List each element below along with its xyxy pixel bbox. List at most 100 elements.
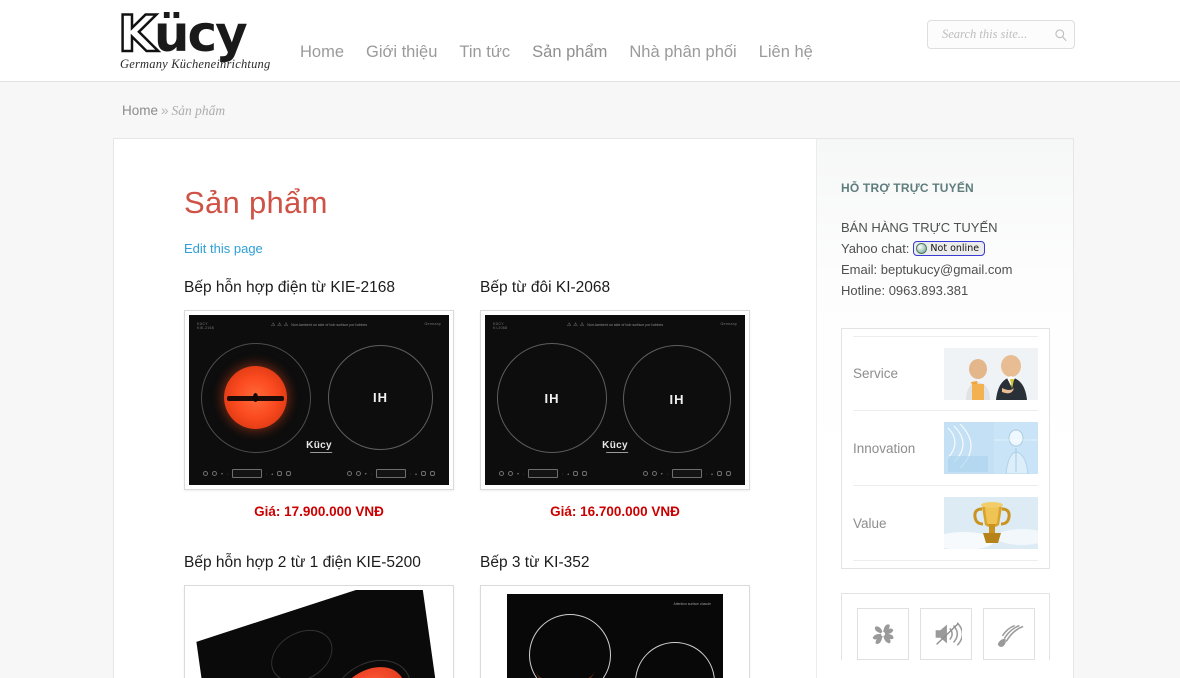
cooktop-surface: Attention surface chaude: [507, 594, 723, 678]
yahoo-chat-row: Yahoo chat: Not online: [841, 238, 1050, 259]
product-card[interactable]: Bếp hỗn hợp 2 từ 1 điện KIE-5200: [184, 553, 480, 678]
support-subtitle: BÁN HÀNG TRỰC TUYẾN: [841, 220, 998, 235]
product-image[interactable]: KÜCY KIE-2168 ⚠⚠⚠ Non-lambent on side of …: [184, 310, 454, 490]
breadcrumb-separator: »: [161, 103, 169, 118]
nav-item-lien-he[interactable]: Liên hệ: [759, 43, 813, 62]
boost-button-icon[interactable]: [726, 471, 731, 476]
value-label: Value: [853, 515, 887, 531]
product-price: Giá: 17.900.000 VNĐ: [254, 504, 384, 519]
sidebar: HỖ TRỢ TRỰC TUYẾN BÁN HÀNG TRỰC TUYẾN Ya…: [816, 139, 1073, 678]
burner-hot-arc: [536, 656, 594, 678]
power-button-icon[interactable]: [203, 471, 208, 476]
page-title: Sản phẩm: [184, 185, 328, 220]
breadcrumb-home[interactable]: Home: [122, 103, 158, 118]
support-hotline: Hotline: 0963.893.381: [841, 283, 969, 298]
search-icon[interactable]: [1054, 28, 1068, 42]
lock-button-icon[interactable]: [277, 471, 283, 476]
value-thumbnail: [944, 497, 1038, 549]
product-image[interactable]: [184, 585, 454, 678]
minus-icon[interactable]: ▾: [517, 471, 519, 476]
cooktop-illustration: Attention surface chaude: [485, 590, 745, 678]
logo-letters-ucy: ücy: [153, 5, 248, 63]
nav-item-nha-phan-phoi[interactable]: Nhà phân phối: [629, 43, 736, 62]
control-panel-right[interactable]: ▾ : : ▴: [346, 469, 435, 478]
cooktop-illustration: [189, 590, 449, 678]
boost-button-icon[interactable]: [430, 471, 435, 476]
gold-trophy-photo-icon: [944, 497, 1038, 549]
burner-zone-right: IH: [328, 345, 433, 450]
technology-robot-photo-icon: [944, 422, 1038, 474]
plus-icon[interactable]: ▴: [567, 471, 569, 476]
edit-page-link[interactable]: Edit this page: [184, 241, 263, 256]
cooktop-surface: [196, 590, 445, 678]
power-button-icon[interactable]: [642, 471, 648, 476]
power-button-icon[interactable]: [346, 471, 352, 476]
nav-item-san-pham[interactable]: Sản phẩm: [532, 43, 607, 62]
cooktop-warning-text: ⚠⚠⚠ Non-lambent on side of hob surface p…: [271, 322, 367, 328]
signal-antenna-icon[interactable]: [982, 608, 1035, 660]
minus-icon[interactable]: ▾: [365, 471, 367, 476]
lock-button-icon[interactable]: [421, 471, 426, 476]
sound-muted-icon[interactable]: [919, 608, 972, 660]
lock-button-icon[interactable]: [717, 471, 722, 476]
fan-pinwheel-icon[interactable]: [856, 608, 909, 660]
value-thumbnail: [944, 422, 1038, 474]
nav-item-gioi-thieu[interactable]: Giới thiệu: [366, 43, 437, 62]
boost-button-icon[interactable]: [582, 471, 588, 476]
nav-item-home[interactable]: Home: [300, 43, 344, 62]
product-card[interactable]: Bếp từ đôi KI-2068 KÜCY KI-2068 ⚠⚠⚠ Non-l…: [480, 278, 776, 519]
plus-icon[interactable]: ▴: [415, 471, 417, 476]
cooktop-brand: Kücy: [306, 440, 332, 451]
display-right: [671, 469, 702, 478]
product-card[interactable]: Bếp hỗn hợp điện từ KIE-2168 KÜCY KIE-216…: [184, 278, 480, 519]
boost-button-icon[interactable]: [286, 471, 292, 476]
cooktop-model-label: KÜCY KIE-2168: [197, 322, 214, 330]
control-panel-left[interactable]: ▾ : : ▴: [499, 469, 588, 478]
timer-button-icon[interactable]: [508, 471, 513, 476]
level-dots-right: :: [562, 470, 564, 476]
site-logo[interactable]: Kücy Germany Kücheneinrichtung: [113, 5, 373, 72]
yahoo-smiley-icon: [916, 243, 928, 254]
product-card[interactable]: Bếp 3 từ KI-352 Attention surface chaude: [480, 553, 776, 678]
product-grid: Bếp hỗn hợp điện từ KIE-2168 KÜCY KIE-216…: [184, 278, 776, 678]
power-button-icon[interactable]: [499, 471, 504, 476]
nav-item-tin-tuc[interactable]: Tin tức: [459, 43, 510, 62]
control-panel-right[interactable]: ▾ : : ▴: [642, 469, 731, 478]
product-image[interactable]: KÜCY KI-2068 ⚠⚠⚠ Non-lambent on side of h…: [480, 310, 750, 490]
warning-icons: ⚠⚠⚠: [270, 322, 291, 328]
feature-icons-box: [841, 593, 1050, 660]
yahoo-status-badge[interactable]: Not online: [913, 241, 986, 256]
value-row-innovation: Innovation: [853, 411, 1038, 486]
level-dots-left: :: [370, 470, 372, 476]
site-header: Kücy Germany Kücheneinrichtung Home Giới…: [0, 0, 1180, 82]
minus-icon[interactable]: ▾: [221, 471, 223, 476]
product-title: Bếp 3 từ KI-352: [480, 554, 590, 571]
warning-label: Non-lambent on side of hob surface por h…: [587, 323, 664, 327]
minus-icon[interactable]: ▾: [661, 471, 663, 476]
warning-label: Non-lambent on side of hob surface por h…: [291, 323, 368, 327]
timer-button-icon[interactable]: [212, 471, 217, 476]
level-dots-left: :: [227, 470, 229, 476]
cooktop-brand-right: Germany: [720, 322, 737, 326]
plus-icon[interactable]: ▴: [711, 471, 713, 476]
value-proposition-box: Service Innovation Value: [841, 328, 1050, 569]
search-input[interactable]: [940, 26, 1054, 43]
warning-icons: ⚠⚠⚠: [566, 322, 587, 328]
burner-hot-surface: [224, 366, 287, 429]
main-navigation: Home Giới thiệu Tin tức Sản phẩm Nhà phâ…: [300, 43, 813, 62]
value-label: Service: [853, 366, 899, 381]
cooktop-brand: Kücy: [602, 440, 628, 451]
search-box[interactable]: [927, 20, 1075, 49]
lock-button-icon[interactable]: [573, 471, 579, 476]
control-panel-left[interactable]: ▾ : : ▴: [203, 469, 292, 478]
support-email: Email: beptukucy@gmail.com: [841, 262, 1013, 277]
cooktop-warning-text: Attention surface chaude: [673, 602, 711, 606]
plus-icon[interactable]: ▴: [271, 471, 273, 476]
product-image[interactable]: Attention surface chaude: [480, 585, 750, 678]
timer-button-icon[interactable]: [651, 471, 657, 476]
businessmen-photo-icon: [944, 347, 1038, 400]
cooktop-model-label: KÜCY KI-2068: [493, 322, 508, 330]
display-right: [375, 469, 406, 478]
value-label: Innovation: [853, 440, 916, 456]
timer-button-icon[interactable]: [355, 471, 361, 476]
